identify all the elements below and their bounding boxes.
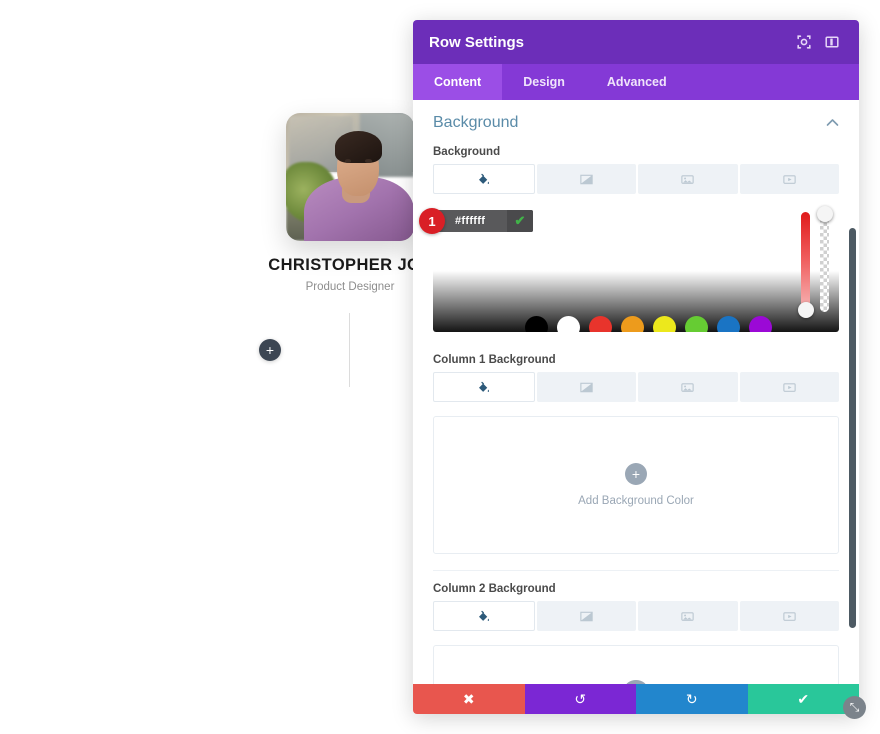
step-badge-1: 1: [419, 208, 445, 234]
tab-design[interactable]: Design: [502, 64, 586, 100]
cancel-button[interactable]: ✖: [413, 684, 525, 714]
column2-background-label: Column 2 Background: [433, 583, 556, 595]
hex-input-field[interactable]: #ffffff ✔: [433, 210, 533, 232]
profile-photo-card[interactable]: [286, 113, 414, 241]
hex-confirm-button[interactable]: ✔: [507, 210, 533, 232]
background-color-tab[interactable]: [433, 164, 535, 194]
alpha-slider[interactable]: [816, 206, 833, 312]
background-label: Background: [433, 146, 501, 158]
page-canvas: CHRISTOPHER JOE Product Designer +: [0, 0, 431, 734]
col1-gradient-tab[interactable]: [536, 372, 636, 402]
column1-background-label: Column 1 Background: [433, 354, 556, 366]
color-picker-wrap: #ffffff ✔ 1: [419, 204, 839, 332]
column2-type-tabs: [433, 601, 839, 631]
tab-content[interactable]: Content: [413, 64, 503, 100]
swatch-blue[interactable]: [717, 316, 740, 332]
col1-video-tab[interactable]: [739, 372, 839, 402]
swatch-purple[interactable]: [749, 316, 772, 332]
col2-image-tab[interactable]: [638, 601, 738, 631]
add-background-color-label: Add Background Color: [578, 495, 694, 507]
profile-photo: [286, 113, 414, 241]
layout-panel-icon[interactable]: [821, 31, 843, 53]
background-section-header[interactable]: Background: [413, 100, 859, 142]
add-background-color-button[interactable]: +: [625, 463, 647, 485]
swatch-orange[interactable]: [621, 316, 644, 332]
add-module-button[interactable]: +: [259, 339, 281, 361]
modal-scrollbar-thumb[interactable]: [849, 228, 856, 628]
column2-add-background-box[interactable]: +: [433, 645, 839, 684]
modal-body: Background Background #ffffff ✔ 1 Column…: [413, 100, 859, 684]
modal-footer: ✖ ↺ ↻ ✔: [413, 684, 859, 714]
hue-slider[interactable]: [797, 212, 814, 318]
swatch-black[interactable]: [525, 316, 548, 332]
modal-tabbar: Content Design Advanced: [413, 64, 859, 100]
screen-root: CHRISTOPHER JOE Product Designer + Row S…: [0, 0, 880, 734]
background-gradient-tab[interactable]: [536, 164, 636, 194]
background-video-tab[interactable]: [739, 164, 839, 194]
col2-video-tab[interactable]: [739, 601, 839, 631]
swatch-red[interactable]: [589, 316, 612, 332]
modal-title: Row Settings: [429, 33, 525, 51]
col1-color-tab[interactable]: [433, 372, 535, 402]
modal-scrollbar-track[interactable]: [849, 100, 856, 684]
swatch-yellow[interactable]: [653, 316, 676, 332]
swatch-green[interactable]: [685, 316, 708, 332]
picker-sliders: [797, 206, 833, 318]
col2-gradient-tab[interactable]: [536, 601, 636, 631]
undo-button[interactable]: ↺: [524, 684, 636, 714]
focus-icon[interactable]: [793, 31, 815, 53]
chevron-up-icon[interactable]: [826, 116, 839, 130]
preset-swatch-row: [525, 316, 772, 332]
row-settings-modal: Row Settings Content Design Advanced Bac…: [413, 20, 859, 714]
column1-type-tabs: [433, 372, 839, 402]
col2-color-tab[interactable]: [433, 601, 535, 631]
column1-add-background-box[interactable]: + Add Background Color: [433, 416, 839, 554]
col2-add-background-color-button[interactable]: +: [625, 680, 647, 684]
column-divider: [349, 313, 350, 387]
resize-handle[interactable]: ⤡: [843, 696, 866, 719]
background-type-tabs: [433, 164, 839, 194]
tab-advanced[interactable]: Advanced: [586, 64, 688, 100]
swatch-white[interactable]: [557, 316, 580, 332]
redo-button[interactable]: ↻: [636, 684, 748, 714]
col1-image-tab[interactable]: [638, 372, 738, 402]
section-title: Background: [433, 114, 519, 131]
background-image-tab[interactable]: [638, 164, 738, 194]
modal-header: Row Settings: [413, 20, 859, 64]
